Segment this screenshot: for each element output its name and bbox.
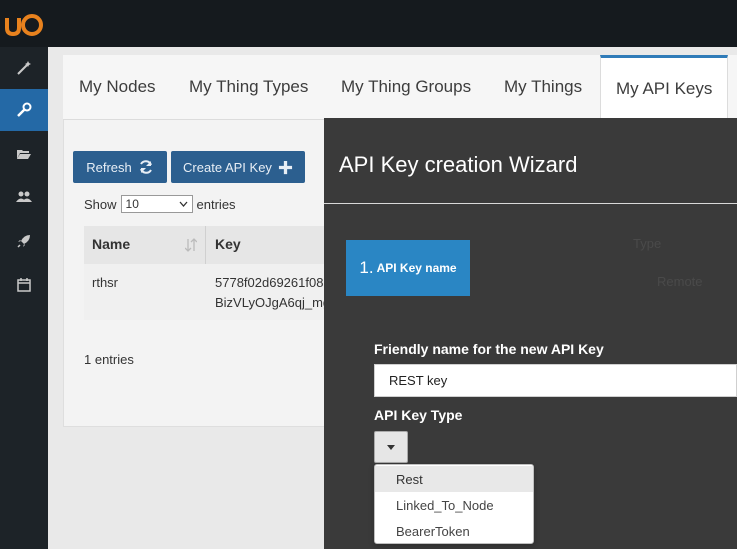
- tab-my-nodes[interactable]: My Nodes: [79, 55, 156, 119]
- column-header-key[interactable]: Key: [215, 236, 241, 252]
- caret-down-icon: [387, 444, 395, 450]
- modal-title: API Key creation Wizard: [339, 152, 578, 177]
- tab-my-thing-types[interactable]: My Thing Types: [189, 55, 308, 119]
- wizard-step-1[interactable]: 1. API Key name: [346, 240, 470, 296]
- faded-type-value: Remote: [657, 274, 703, 289]
- api-key-type-menu: Rest Linked_To_Node BearerToken: [374, 464, 534, 544]
- calendar-icon: [17, 278, 31, 292]
- table-header: Name Key: [84, 226, 344, 265]
- magic-wand-icon: [17, 61, 31, 75]
- page-size-select[interactable]: 10: [120, 195, 193, 213]
- tab-bar: My Nodes My Thing Types My Thing Groups …: [63, 55, 737, 120]
- step-label: API Key name: [376, 261, 457, 275]
- top-bar: [0, 0, 737, 47]
- sidebar-item-users[interactable]: [0, 176, 48, 218]
- folder-open-icon: [17, 150, 31, 159]
- row-key-line2: BizVLyOJgA6qj_mg: [215, 295, 331, 310]
- step-number: 1.: [359, 258, 374, 277]
- plus-icon: [278, 160, 292, 174]
- sidebar-item-files[interactable]: [0, 133, 48, 175]
- create-label: Create API Key: [183, 159, 272, 175]
- sidebar-item-deploy[interactable]: [0, 220, 48, 262]
- dropdown-option-rest[interactable]: Rest: [375, 466, 533, 492]
- refresh-label: Refresh: [86, 159, 132, 175]
- dropdown-option-bearer-token[interactable]: BearerToken: [375, 518, 533, 544]
- show-label: Show: [84, 196, 117, 212]
- row-name: rthsr: [92, 275, 118, 290]
- tab-my-api-keys[interactable]: My API Keys: [600, 55, 729, 119]
- sidebar-item-calendar[interactable]: [0, 264, 48, 306]
- users-icon: [16, 191, 32, 202]
- refresh-button[interactable]: Refresh: [73, 151, 167, 183]
- page-size-value: 10: [125, 197, 139, 211]
- type-field-label: API Key Type: [374, 407, 463, 423]
- sidebar: [0, 47, 48, 549]
- faded-type-header: Type: [633, 236, 662, 251]
- sort-icon[interactable]: [185, 238, 197, 252]
- tab-my-things[interactable]: My Things: [504, 55, 582, 119]
- wrench-icon: [17, 102, 32, 117]
- column-header-name[interactable]: Name: [92, 236, 130, 252]
- modal-divider: [324, 203, 737, 204]
- brand-logo[interactable]: [4, 8, 44, 38]
- sidebar-item-settings[interactable]: [0, 89, 48, 131]
- table-row[interactable]: rthsr 5778f02d69261f08 BizVLyOJgA6qj_mg: [84, 264, 344, 320]
- api-key-name-input[interactable]: REST key: [374, 364, 737, 397]
- api-key-type-dropdown[interactable]: [374, 431, 408, 463]
- refresh-icon: [139, 160, 152, 174]
- table-info: 1 entries: [84, 352, 134, 367]
- sidebar-item-wizard[interactable]: [0, 47, 48, 89]
- entries-label: entries: [196, 196, 236, 212]
- page-size-control: Show 10 entries: [84, 195, 236, 213]
- create-api-key-button[interactable]: Create API Key: [171, 151, 305, 183]
- tab-my-thing-groups[interactable]: My Thing Groups: [341, 55, 471, 119]
- row-key-line1: 5778f02d69261f08: [215, 275, 324, 290]
- rocket-icon: [17, 235, 30, 248]
- name-field-label: Friendly name for the new API Key: [374, 341, 604, 357]
- dropdown-option-linked-to-node[interactable]: Linked_To_Node: [375, 492, 533, 518]
- chevron-down-icon: [179, 201, 188, 207]
